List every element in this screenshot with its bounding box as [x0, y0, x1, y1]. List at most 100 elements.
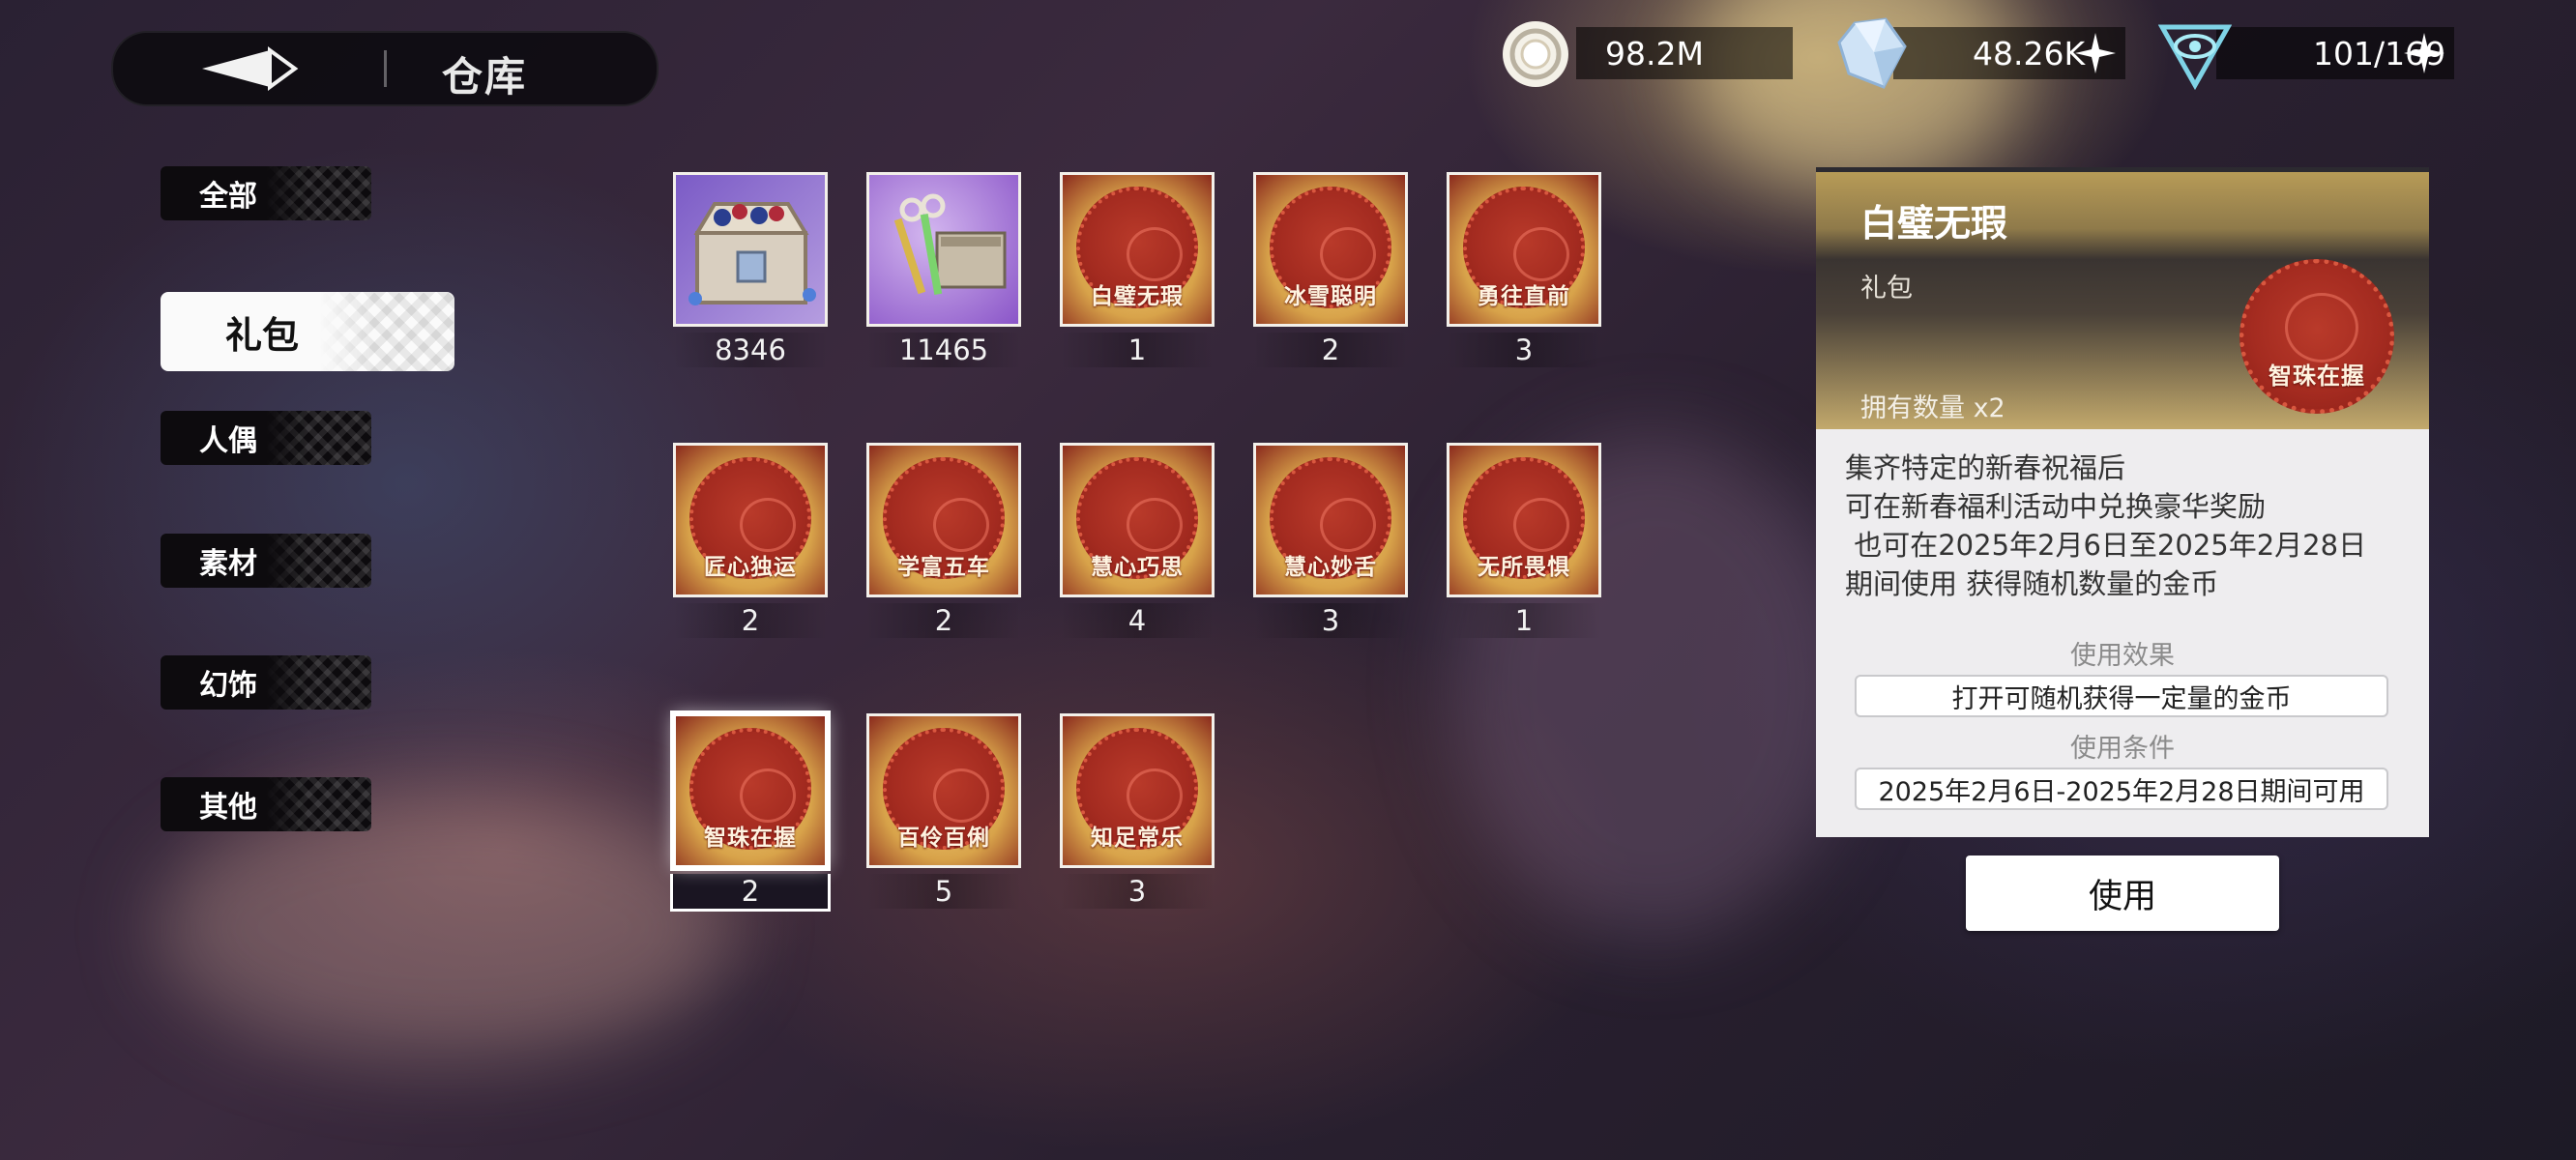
item-count: 3: [1447, 333, 1601, 367]
item-detail-panel: 白璧无瑕 礼包 拥有数量 x2 智珠在握 集齐特定的新春祝福后 可在新春福利活动…: [1816, 167, 2429, 837]
chibi-face-icon: [740, 768, 796, 823]
detail-header: 白璧无瑕 礼包 拥有数量 x2 智珠在握: [1816, 172, 2429, 429]
item-slot[interactable]: 冰雪聪明 2: [1253, 172, 1408, 367]
item-icon-frame: 智珠在握: [673, 713, 828, 868]
currency-crystal: 48.26K: [1835, 17, 2125, 89]
item-slot[interactable]: 学富五车 2: [866, 443, 1021, 638]
chibi-face-icon: [1127, 227, 1183, 281]
stamp-label: 白璧无瑕: [1091, 283, 1184, 309]
stamp-label: 知足常乐: [1091, 825, 1184, 851]
category-label: 人偶: [199, 424, 257, 458]
item-icon-frame: [866, 172, 1021, 327]
stamp-label: 无所畏惧: [1478, 554, 1570, 580]
effect-label: 使用效果: [2070, 641, 2175, 671]
chibi-face-icon: [1513, 498, 1569, 552]
chibi-face-icon: [740, 498, 796, 552]
item-slot[interactable]: 白璧无瑕 1: [1060, 172, 1215, 367]
item-icon-frame: 冰雪聪明: [1253, 172, 1408, 327]
currency-coin: 98.2M: [1499, 21, 1793, 87]
stamp-label: 慧心巧思: [1091, 554, 1184, 580]
stamp-label: 匠心独运: [704, 554, 797, 580]
stamp-label: 慧心妙舌: [1284, 554, 1377, 580]
item-slot[interactable]: 勇往直前 3: [1447, 172, 1601, 367]
effect-value: 打开可随机获得一定量的金币: [1855, 675, 2388, 717]
item-count: 2: [1253, 333, 1408, 367]
stamina-eye-icon: [2158, 24, 2232, 91]
back-arrow-icon: [202, 46, 299, 91]
chibi-face-icon: [1127, 498, 1183, 552]
category-doll[interactable]: 人偶: [161, 411, 371, 465]
currency-stamina: 101/169: [2158, 24, 2454, 91]
description-line: 可在新春福利活动中兑换豪华奖励: [1845, 490, 2267, 523]
detail-stamp-icon: 智珠在握: [2239, 259, 2394, 414]
stamp-label: 冰雪聪明: [1284, 283, 1377, 309]
chibi-face-icon: [1127, 768, 1183, 823]
item-slot[interactable]: 知足常乐 3: [1060, 713, 1215, 909]
item-count: 2: [673, 603, 828, 638]
item-slot[interactable]: 慧心妙舌 3: [1253, 443, 1408, 638]
detail-description: 集齐特定的新春祝福后 可在新春福利活动中兑换豪华奖励 也可在2025年2月6日至…: [1845, 449, 2406, 603]
category-label: 幻饰: [199, 669, 257, 703]
stamp-label: 百伶百俐: [897, 825, 990, 851]
crystal-add-button[interactable]: [2073, 31, 2118, 75]
stamp-label: 智珠在握: [704, 825, 797, 851]
item-slot[interactable]: 慧心巧思 4: [1060, 443, 1215, 638]
stamina-add-button[interactable]: [2402, 31, 2446, 75]
plus-sparkle-icon: [2404, 33, 2444, 73]
chibi-face-icon: [1320, 227, 1376, 281]
item-icon-frame: 匠心独运: [673, 443, 828, 597]
item-count: 3: [1060, 874, 1215, 909]
plus-sparkle-icon: [2075, 33, 2116, 73]
category-other[interactable]: 其他: [161, 777, 371, 831]
item-icon-frame: 慧心巧思: [1060, 443, 1215, 597]
use-button[interactable]: 使用: [1966, 856, 2279, 931]
item-slot[interactable]: 8346: [673, 172, 828, 367]
category-label: 素材: [199, 547, 257, 581]
description-line: 期间使用 获得随机数量的金币: [1845, 567, 2219, 600]
detail-type: 礼包: [1860, 274, 1913, 304]
title-bar: 仓库: [111, 31, 659, 106]
chibi-face-icon: [1320, 498, 1376, 552]
description-line: 集齐特定的新春祝福后: [1845, 451, 2126, 484]
item-icon-frame: 白璧无瑕: [1060, 172, 1215, 327]
item-slot-selected[interactable]: 智珠在握 2: [670, 713, 831, 912]
chibi-face-icon: [933, 498, 989, 552]
category-gift-pack[interactable]: 礼包: [161, 292, 454, 371]
item-count: 3: [1253, 603, 1408, 638]
item-count: 8346: [673, 333, 828, 367]
category-all[interactable]: 全部: [161, 166, 371, 220]
coin-icon: [1503, 21, 1568, 87]
page-title: 仓库: [442, 53, 528, 101]
item-count: 5: [866, 874, 1021, 909]
item-count: 11465: [866, 333, 1021, 367]
item-count: 4: [1060, 603, 1215, 638]
category-label: 礼包: [224, 312, 299, 357]
item-icon-frame: [673, 172, 828, 327]
condition-value: 2025年2月6日-2025年2月28日期间可用: [1855, 768, 2388, 810]
blessing-stamp-icon: [2239, 259, 2394, 414]
chibi-face-icon: [2285, 293, 2358, 362]
item-slot[interactable]: 无所畏惧 1: [1447, 443, 1601, 638]
category-ornament[interactable]: 幻饰: [161, 655, 371, 710]
treasure-chest-icon: [688, 202, 816, 305]
detail-owned-count: 拥有数量 x2: [1860, 393, 2005, 423]
condition-label: 使用条件: [2070, 734, 2175, 764]
coin-value: 98.2M: [1576, 27, 1793, 79]
category-material[interactable]: 素材: [161, 534, 371, 588]
back-button[interactable]: [200, 46, 316, 91]
chibi-face-icon: [1513, 227, 1569, 281]
item-slot[interactable]: 匠心独运 2: [673, 443, 828, 638]
keys-and-book-icon: [893, 193, 1007, 296]
item-icon-frame: 学富五车: [866, 443, 1021, 597]
category-label: 其他: [199, 791, 257, 825]
item-count: 1: [1060, 333, 1215, 367]
item-slot[interactable]: 11465: [866, 172, 1021, 367]
title-divider: [384, 50, 387, 87]
item-icon-frame: 勇往直前: [1447, 172, 1601, 327]
item-icon-frame: 知足常乐: [1060, 713, 1215, 868]
item-slot[interactable]: 百伶百俐 5: [866, 713, 1021, 909]
crystal-icon: [1837, 17, 1907, 89]
item-count: 1: [1447, 603, 1601, 638]
detail-title: 白璧无瑕: [1860, 201, 2008, 245]
item-icon-frame: 无所畏惧: [1447, 443, 1601, 597]
